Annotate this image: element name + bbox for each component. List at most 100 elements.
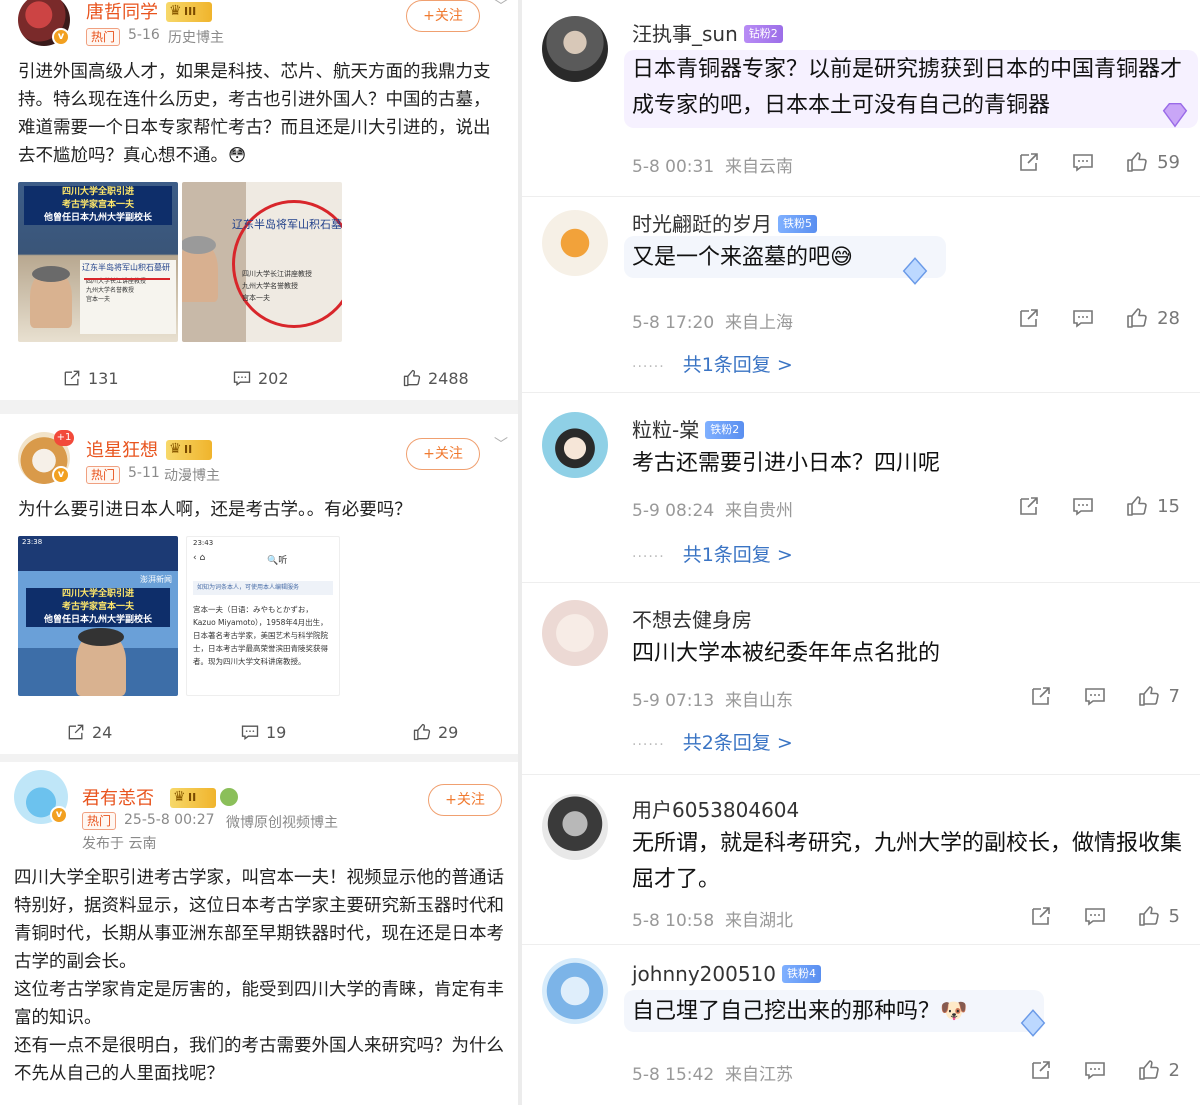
share-count: 131 xyxy=(88,368,119,388)
reply-button[interactable] xyxy=(1071,150,1095,174)
comment-time: 5-9 07:13 xyxy=(632,691,715,711)
baike-text: 宫本一夫（日语：みやもとかずお，Kazuo Miyamoto），1958年4月出… xyxy=(193,605,328,666)
reply-button[interactable] xyxy=(1083,904,1107,928)
comment-button[interactable]: 19 xyxy=(240,722,286,742)
comment-author[interactable]: 汪执事_sun 钻粉2 xyxy=(632,18,783,47)
username[interactable]: 君有恙否 xyxy=(82,784,154,810)
like-count: 2 xyxy=(1168,1059,1180,1081)
author-name: 不想去健身房 xyxy=(632,608,752,632)
like-count: 29 xyxy=(438,722,459,742)
comment-item[interactable]: 时光翩跹的岁月 铁粉5 又是一个来盗墓的吧😅 5-8 17:20 来自上海 28 … xyxy=(522,196,1200,392)
follow-button[interactable]: +关注 xyxy=(428,784,502,816)
share-button[interactable] xyxy=(1017,306,1041,330)
like-button[interactable]: 59 xyxy=(1125,150,1180,174)
share-button[interactable] xyxy=(1017,150,1041,174)
avatar[interactable] xyxy=(542,412,608,478)
diamond-icon xyxy=(1020,1009,1046,1037)
avatar[interactable] xyxy=(542,16,608,82)
fan-badge: 铁粉5 xyxy=(778,214,817,233)
comment-author[interactable]: 时光翩跹的岁月 铁粉5 xyxy=(632,208,817,237)
share-button[interactable] xyxy=(1029,1058,1053,1082)
fan-badge: 钻粉2 xyxy=(743,24,783,43)
post-card[interactable]: v 唐哲同学 III 热门 5-16 历史博主 +关注 ﹀ 引进外国高级人才，如… xyxy=(0,0,518,400)
comment-location: 来自上海 xyxy=(724,313,793,333)
chevron-down-icon[interactable]: ﹀ xyxy=(494,434,508,454)
slide-title: 辽东半岛将军山积石墓 xyxy=(232,218,342,231)
like-button[interactable]: 28 xyxy=(1125,306,1180,330)
reply-button[interactable] xyxy=(1083,1058,1107,1082)
comment-author[interactable]: johnny200510 铁粉4 xyxy=(632,962,822,986)
share-button[interactable]: 24 xyxy=(66,722,112,742)
post-image[interactable]: 四川大学全职引进 考古学家宫本一夫 他曾任日本九州大学副校长 辽东半岛将军山积石… xyxy=(18,182,178,342)
like-button[interactable]: 29 xyxy=(412,722,458,742)
like-button[interactable]: 15 xyxy=(1125,494,1180,518)
comment-author[interactable]: 用户6053804604 xyxy=(632,794,799,823)
author-tag: 动漫博主 xyxy=(164,468,220,484)
view-replies-link[interactable]: ······ 共2条回复 > xyxy=(632,728,793,755)
notice-bar: 如知为词条本人，可使用本人编辑服务 xyxy=(193,581,333,595)
comment-time: 5-8 15:42 xyxy=(632,1065,715,1085)
like-count: 28 xyxy=(1157,307,1180,329)
comment-icon xyxy=(232,368,252,388)
post-image[interactable]: 23:38 澎湃新闻 四川大学全职引进 考古学家宫本一夫 他曾任日本九州大学副校… xyxy=(18,536,178,696)
comment-item[interactable]: 汪执事_sun 钻粉2 日本青铜器专家？以前是研究掳获到日本的中国青铜器才成专家的… xyxy=(522,0,1200,196)
share-button[interactable]: 131 xyxy=(62,368,119,388)
username[interactable]: 唐哲同学 xyxy=(86,0,158,24)
post-image[interactable]: 23:43 ‹ ⌂ 🔍听 如知为词条本人，可使用本人编辑服务 宫本一夫（日语：み… xyxy=(186,536,340,696)
comment-icon xyxy=(1071,494,1095,518)
post-text: 引进外国高级人才，如果是科技、芯片、航天方面的我鼎力支持。特么现在连什么历史，考… xyxy=(18,62,491,166)
comment-author[interactable]: 粒粒-棠 铁粉2 xyxy=(632,414,745,443)
like-button[interactable]: 2 xyxy=(1137,1058,1180,1082)
avatar[interactable] xyxy=(542,794,608,860)
comment-actions: 5 xyxy=(1029,904,1180,928)
like-icon xyxy=(1137,1058,1161,1082)
crown-icon: II xyxy=(166,439,212,460)
like-icon xyxy=(1125,150,1149,174)
view-replies-link[interactable]: ······ 共1条回复 > xyxy=(632,350,793,377)
avatar[interactable] xyxy=(542,210,608,276)
comment-item[interactable]: 不想去健身房 四川大学本被纪委年年点名批的 5-9 07:13 来自山东 7 ·… xyxy=(522,582,1200,774)
post-card[interactable]: v 君有恙否 II 热门 25-5-8 00:27 微博原创视频博主 发布于 云… xyxy=(0,762,518,1105)
username[interactable]: 追星狂想 xyxy=(86,436,158,462)
comment-item[interactable]: 粒粒-棠 铁粉2 考古还需要引进小日本？四川呢 5-9 08:24 来自贵州 15… xyxy=(522,392,1200,582)
comment-icon xyxy=(1083,684,1107,708)
post-text: 为什么要引进日本人啊，还是考古学。。有必要吗？ xyxy=(18,500,412,520)
comment-icon xyxy=(1083,904,1107,928)
reply-button[interactable] xyxy=(1071,306,1095,330)
like-button[interactable]: 2488 xyxy=(402,368,469,388)
share-icon xyxy=(62,368,82,388)
reply-button[interactable] xyxy=(1071,494,1095,518)
status-time: 23:43 xyxy=(193,539,214,547)
follow-button[interactable]: +关注 xyxy=(406,438,480,470)
avatar[interactable] xyxy=(542,600,608,666)
view-replies-link[interactable]: ······ 共1条回复 > xyxy=(632,540,793,567)
comment-icon xyxy=(240,722,260,742)
share-button[interactable] xyxy=(1029,684,1053,708)
comment-meta: 5-8 00:31 来自云南 xyxy=(632,152,793,177)
post-card[interactable]: +1 v 追星狂想 II 热门 5-11 动漫博主 +关注 ﹀ 为什么要引进日本… xyxy=(0,414,518,754)
like-count: 59 xyxy=(1157,151,1180,173)
share-button[interactable] xyxy=(1029,904,1053,928)
post-location: 发布于 云南 xyxy=(82,836,157,852)
follow-button[interactable]: +关注 xyxy=(406,0,480,32)
comment-item[interactable]: johnny200510 铁粉4 自己埋了自己挖出来的那种吗？🐶 5-8 15:4… xyxy=(522,944,1200,1105)
comment-icon xyxy=(1071,150,1095,174)
like-icon xyxy=(1125,494,1149,518)
post-image[interactable]: 辽东半岛将军山积石墓 四川大学长江讲座教授 九州大学名誉教授 宫本一夫 xyxy=(182,182,342,342)
comment-actions: 2 xyxy=(1029,1058,1180,1082)
reply-button[interactable] xyxy=(1083,684,1107,708)
like-icon xyxy=(1137,904,1161,928)
crown-icon: III xyxy=(166,1,212,22)
feed-column: v 唐哲同学 III 热门 5-16 历史博主 +关注 ﹀ 引进外国高级人才，如… xyxy=(0,0,518,1105)
comment-author[interactable]: 不想去健身房 xyxy=(632,604,752,633)
chevron-down-icon[interactable]: ﹀ xyxy=(494,0,508,16)
share-button[interactable] xyxy=(1017,494,1041,518)
like-button[interactable]: 5 xyxy=(1137,904,1180,928)
comment-button[interactable]: 202 xyxy=(232,368,289,388)
like-button[interactable]: 7 xyxy=(1137,684,1180,708)
share-icon xyxy=(1029,1058,1053,1082)
author-name: 粒粒-棠 xyxy=(632,418,700,442)
verified-icon: v xyxy=(50,806,68,824)
avatar[interactable] xyxy=(542,958,608,1024)
comment-item[interactable]: 用户6053804604 无所谓，就是科考研究，九州大学的副校长，做情报收集屈才… xyxy=(522,774,1200,942)
